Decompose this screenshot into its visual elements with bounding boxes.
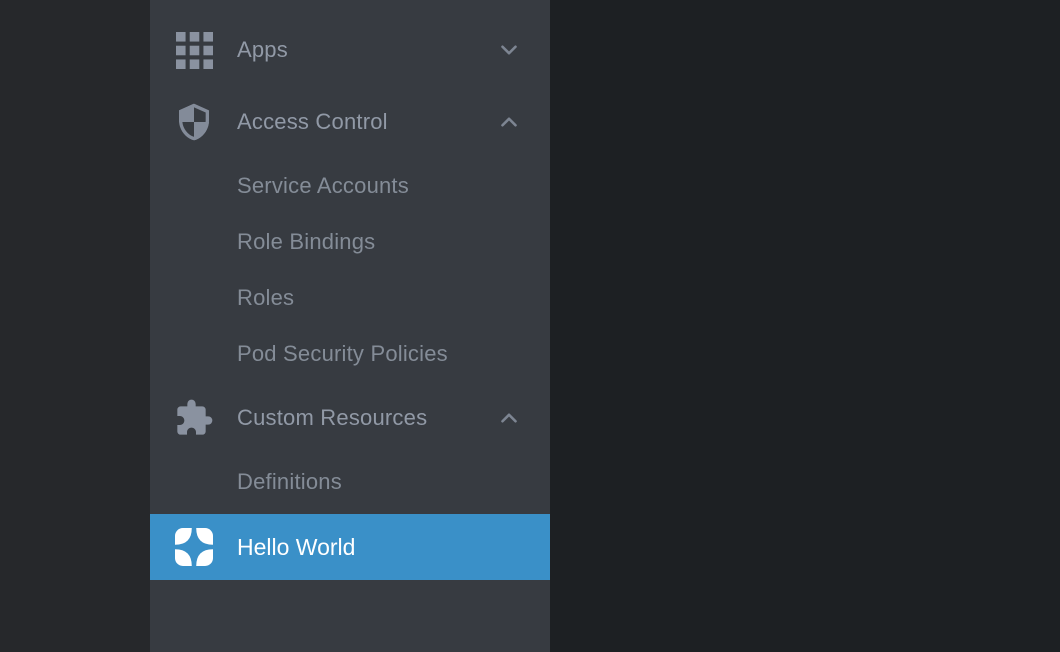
- sidebar-item-apps[interactable]: Apps: [150, 14, 550, 86]
- sidebar-item-label: Roles: [237, 285, 294, 311]
- sidebar-item-service-accounts[interactable]: Service Accounts: [150, 158, 550, 214]
- sidebar-item-label: Hello World: [237, 534, 355, 561]
- chevron-up-icon[interactable]: [496, 109, 522, 135]
- sidebar-item-label: Apps: [237, 37, 288, 63]
- sidebar-item-label: Access Control: [237, 109, 388, 135]
- sidebar-item-definitions[interactable]: Definitions: [150, 454, 550, 510]
- chevron-down-icon[interactable]: [496, 37, 522, 63]
- puzzle-icon: [174, 398, 214, 438]
- cluster-rail: [0, 0, 150, 652]
- sidebar-item-pod-security-policies[interactable]: Pod Security Policies: [150, 326, 550, 382]
- sidebar-item-label: Definitions: [237, 469, 342, 495]
- sidebar: Apps: [150, 0, 550, 652]
- sidebar-item-label: Custom Resources: [237, 405, 427, 431]
- grid-icon: [174, 30, 214, 70]
- sidebar-item-role-bindings[interactable]: Role Bindings: [150, 214, 550, 270]
- sidebar-item-label: Role Bindings: [237, 229, 375, 255]
- app-window: Apps: [0, 0, 1060, 652]
- sidebar-item-access-control[interactable]: Access Control: [150, 86, 550, 158]
- crd-star-icon: [174, 527, 214, 567]
- sidebar-item-hello-world[interactable]: Hello World: [150, 514, 550, 580]
- chevron-up-icon[interactable]: [496, 405, 522, 431]
- sidebar-item-label: Pod Security Policies: [237, 341, 448, 367]
- sidebar-item-label: Service Accounts: [237, 173, 409, 199]
- sidebar-item-custom-resources[interactable]: Custom Resources: [150, 382, 550, 454]
- sidebar-item-roles[interactable]: Roles: [150, 270, 550, 326]
- shield-icon: [174, 102, 214, 142]
